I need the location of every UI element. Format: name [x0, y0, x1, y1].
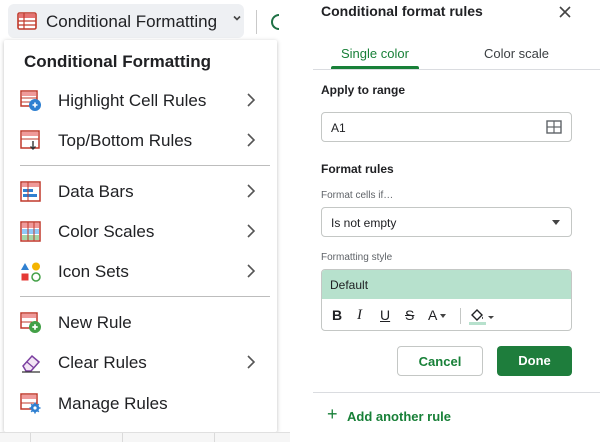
close-button[interactable]: [553, 0, 577, 24]
format-rules-label: Format rules: [321, 162, 394, 176]
menu-item-highlight-cell-rules[interactable]: Highlight Cell Rules: [4, 83, 277, 119]
spreadsheet-grid-edge: [0, 432, 290, 442]
cancel-button[interactable]: Cancel: [397, 346, 483, 376]
data-bars-icon: [20, 181, 42, 203]
tab-color-scale[interactable]: Color scale: [484, 46, 549, 61]
manage-rules-icon: [20, 393, 42, 415]
menu-item-new-rule[interactable]: New Rule: [4, 305, 277, 341]
toolbar-separator: [256, 10, 257, 34]
close-icon: [559, 6, 571, 18]
menu-item-manage-rules[interactable]: Manage Rules: [4, 386, 277, 422]
underline-button[interactable]: U: [380, 306, 390, 326]
format-cells-if-label: Format cells if…: [321, 190, 394, 201]
fill-color-icon: [469, 309, 494, 325]
menu-item-label: Icon Sets: [58, 262, 129, 281]
text-color-label: A: [428, 307, 438, 323]
menu-divider: [20, 165, 270, 166]
cancel-label: Cancel: [418, 354, 462, 369]
done-button[interactable]: Done: [497, 346, 572, 376]
done-label: Done: [518, 353, 551, 368]
chevron-right-icon: [244, 182, 258, 200]
highlight-cell-rules-icon: [20, 90, 42, 112]
grid-line: [122, 433, 123, 442]
menu-title: Conditional Formatting: [24, 52, 211, 71]
menu-item-color-scales[interactable]: Color Scales: [4, 214, 277, 250]
new-rule-icon: [20, 312, 42, 334]
grid-line: [30, 433, 31, 442]
range-input[interactable]: A1: [321, 112, 572, 142]
chevron-right-icon: [244, 222, 258, 240]
panel-divider: [313, 392, 600, 393]
truncated-toolbar-icon[interactable]: [271, 14, 279, 30]
menu-item-label: Color Scales: [58, 222, 155, 241]
formatting-style-label: Formatting style: [321, 252, 393, 263]
menu-item-data-bars[interactable]: Data Bars: [4, 174, 277, 210]
grid-line: [214, 433, 215, 442]
toolbar-separator: [460, 308, 461, 324]
dropdown-caret-icon: [552, 220, 560, 225]
chevron-right-icon: [244, 353, 258, 371]
style-preset-label: Default: [330, 278, 369, 292]
menu-item-label: Data Bars: [58, 182, 134, 201]
menu-item-top-bottom-rules[interactable]: Top/Bottom Rules: [4, 123, 277, 159]
conditional-formatting-button[interactable]: Conditional Formatting: [8, 4, 244, 38]
menu-item-clear-rules[interactable]: Clear Rules: [4, 345, 277, 381]
conditional-formatting-menu: Conditional Formatting Highlight Cell Ru…: [4, 40, 277, 432]
conditional-format-rules-panel: Conditional format rules Single color Co…: [313, 0, 600, 442]
grid-select-icon[interactable]: [546, 120, 562, 134]
chevron-right-icon: [244, 131, 258, 149]
condition-value: Is not empty: [331, 216, 397, 230]
top-bottom-rules-icon: [20, 130, 42, 152]
menu-item-icon-sets[interactable]: Icon Sets: [4, 254, 277, 290]
menu-item-label: Top/Bottom Rules: [58, 131, 193, 150]
menu-item-label: Clear Rules: [58, 353, 147, 372]
chevron-right-icon: [244, 262, 258, 280]
formatting-style-box: Default B I U S A: [321, 269, 572, 331]
dropdown-caret-icon: [440, 314, 447, 319]
strikethrough-button[interactable]: S: [405, 306, 414, 326]
text-color-button[interactable]: A: [428, 306, 447, 326]
tab-single-color[interactable]: Single color: [341, 46, 409, 61]
condition-select[interactable]: Is not empty: [321, 207, 572, 237]
color-scales-icon: [20, 221, 42, 243]
tab-divider: [313, 69, 600, 70]
conditional-formatting-icon: [17, 12, 37, 35]
menu-divider: [20, 296, 270, 297]
fill-color-button[interactable]: [468, 307, 498, 327]
menu-item-label: New Rule: [58, 313, 132, 332]
conditional-formatting-label: Conditional Formatting: [46, 12, 218, 31]
plus-icon: +: [327, 404, 338, 424]
menu-item-label: Highlight Cell Rules: [58, 91, 207, 110]
italic-button[interactable]: I: [357, 306, 362, 326]
apply-to-range-label: Apply to range: [321, 83, 406, 97]
range-value: A1: [331, 121, 346, 135]
clear-rules-icon: [20, 352, 42, 374]
icon-sets-icon: [20, 261, 42, 283]
add-another-rule-label: Add another rule: [347, 409, 452, 424]
chevron-right-icon: [244, 91, 258, 109]
bold-button[interactable]: B: [332, 306, 342, 326]
style-preset-select[interactable]: Default: [322, 270, 571, 299]
menu-item-label: Manage Rules: [58, 394, 168, 413]
panel-title: Conditional format rules: [321, 3, 483, 19]
chevron-down-icon: [232, 12, 242, 26]
